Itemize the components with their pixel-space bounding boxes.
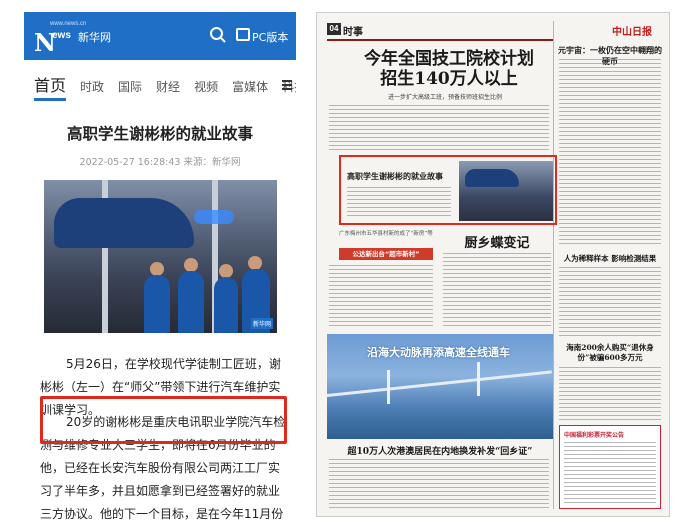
news-main-column: 04 时事 今年全国技工院校计划招生140万人以上 进一步扩大高级工班，预备技师… <box>325 19 557 512</box>
header-rule <box>327 39 553 41</box>
highlight-box <box>40 396 287 444</box>
story-photo <box>459 161 553 221</box>
channel-nav: 首页 时政 国际 财经 视频 富媒体 科技 <box>24 66 296 106</box>
tab-video[interactable]: 视频 <box>194 78 218 95</box>
lead-headline: 今年全国技工院校计划招生140万人以上 <box>364 49 534 89</box>
column-divider <box>553 21 554 509</box>
workshop-light <box>194 210 234 224</box>
article-title: 高职学生谢彬彬的就业故事 <box>66 125 253 143</box>
side-headline: 人为稀释样本 影响检测结果 <box>563 254 657 263</box>
section-label: 时事 <box>343 27 363 38</box>
bridge-photo-title: 沿海大动脉再添高速全线通车 <box>367 346 510 359</box>
article-photo[interactable]: 新华网 <box>44 180 277 333</box>
photo-watermark: 新华网 <box>250 318 273 329</box>
body-text-block <box>443 253 551 329</box>
mobile-article-view: www.news.cn N ews 新华网 PC版本 首页 时政 国际 财经 视… <box>24 12 296 522</box>
lead-subheadline: 进一步扩大高级工班，预备技师班招生比例 <box>387 94 502 101</box>
logo-text: ews <box>52 30 71 41</box>
tab-international[interactable]: 国际 <box>118 78 142 95</box>
student-figure <box>178 271 204 333</box>
bridge-photo: 沿海大动脉再添高速全线通车 <box>327 334 553 439</box>
pc-version-icon[interactable] <box>236 28 250 41</box>
top-bar: www.news.cn N ews 新华网 PC版本 <box>24 12 296 60</box>
tab-rich-media[interactable]: 富媒体 <box>232 78 268 95</box>
student-figure <box>144 275 170 333</box>
lottery-notice-title: 中国福利彩票开奖公告 <box>564 432 625 439</box>
newspaper-page: 04 时事 今年全国技工院校计划招生140万人以上 进一步扩大高级工班，预备技师… <box>316 12 670 517</box>
person-head <box>184 258 198 272</box>
bottom-headline: 超10万人次港澳居民在内地换发补发“回乡证” <box>347 447 533 457</box>
story-title: 高职学生谢彬彬的就业故事 <box>347 172 443 181</box>
promo-caption: 广东梅州市五华县村新的成了“新房”等 <box>339 231 433 237</box>
body-text-block <box>559 267 661 337</box>
masthead: 中山日报 <box>612 27 652 38</box>
section-number: 04 <box>327 23 341 35</box>
body-text-block <box>347 187 451 219</box>
search-icon[interactable] <box>209 26 227 44</box>
feature-headline: 厨乡蝶变记 <box>464 236 530 251</box>
brand-name: 新华网 <box>78 31 111 44</box>
person-head <box>248 256 262 270</box>
body-text-block <box>559 59 661 247</box>
menu-icon[interactable] <box>282 80 292 90</box>
body-text-block <box>329 265 433 329</box>
lottery-notice: 中国福利彩票开奖公告 <box>559 425 661 509</box>
body-text-block <box>559 367 661 421</box>
pc-version-link[interactable]: PC版本 <box>252 29 288 45</box>
body-text-block <box>329 105 549 151</box>
tab-finance[interactable]: 财经 <box>156 78 180 95</box>
side-headline: 海南200余人购买“退休身份”被骗600多万元 <box>566 343 654 362</box>
bridge-tower <box>387 370 390 404</box>
car-on-lift <box>54 198 194 248</box>
news-side-column: 中山日报 元宇宙：一枚仍在空中翱翔的硬币 人为稀释样本 影响检测结果 海南200… <box>557 19 663 512</box>
body-text-block <box>564 442 656 504</box>
body-text-block <box>329 459 549 509</box>
highlighted-story-box[interactable]: 高职学生谢彬彬的就业故事 <box>339 155 557 225</box>
bridge-tower <box>477 362 480 396</box>
person-head <box>150 262 164 276</box>
promo-strip: 公达新出台“超市新村” <box>339 248 433 260</box>
person-head <box>219 264 233 278</box>
logo-url: www.news.cn <box>50 21 87 27</box>
bridge-deck <box>327 370 552 397</box>
tab-politics[interactable]: 时政 <box>80 78 104 95</box>
tab-home[interactable]: 首页 <box>34 72 67 101</box>
article-meta: 2022-05-27 16:28:43 来源：新华网 <box>79 157 241 168</box>
student-figure <box>214 277 238 333</box>
